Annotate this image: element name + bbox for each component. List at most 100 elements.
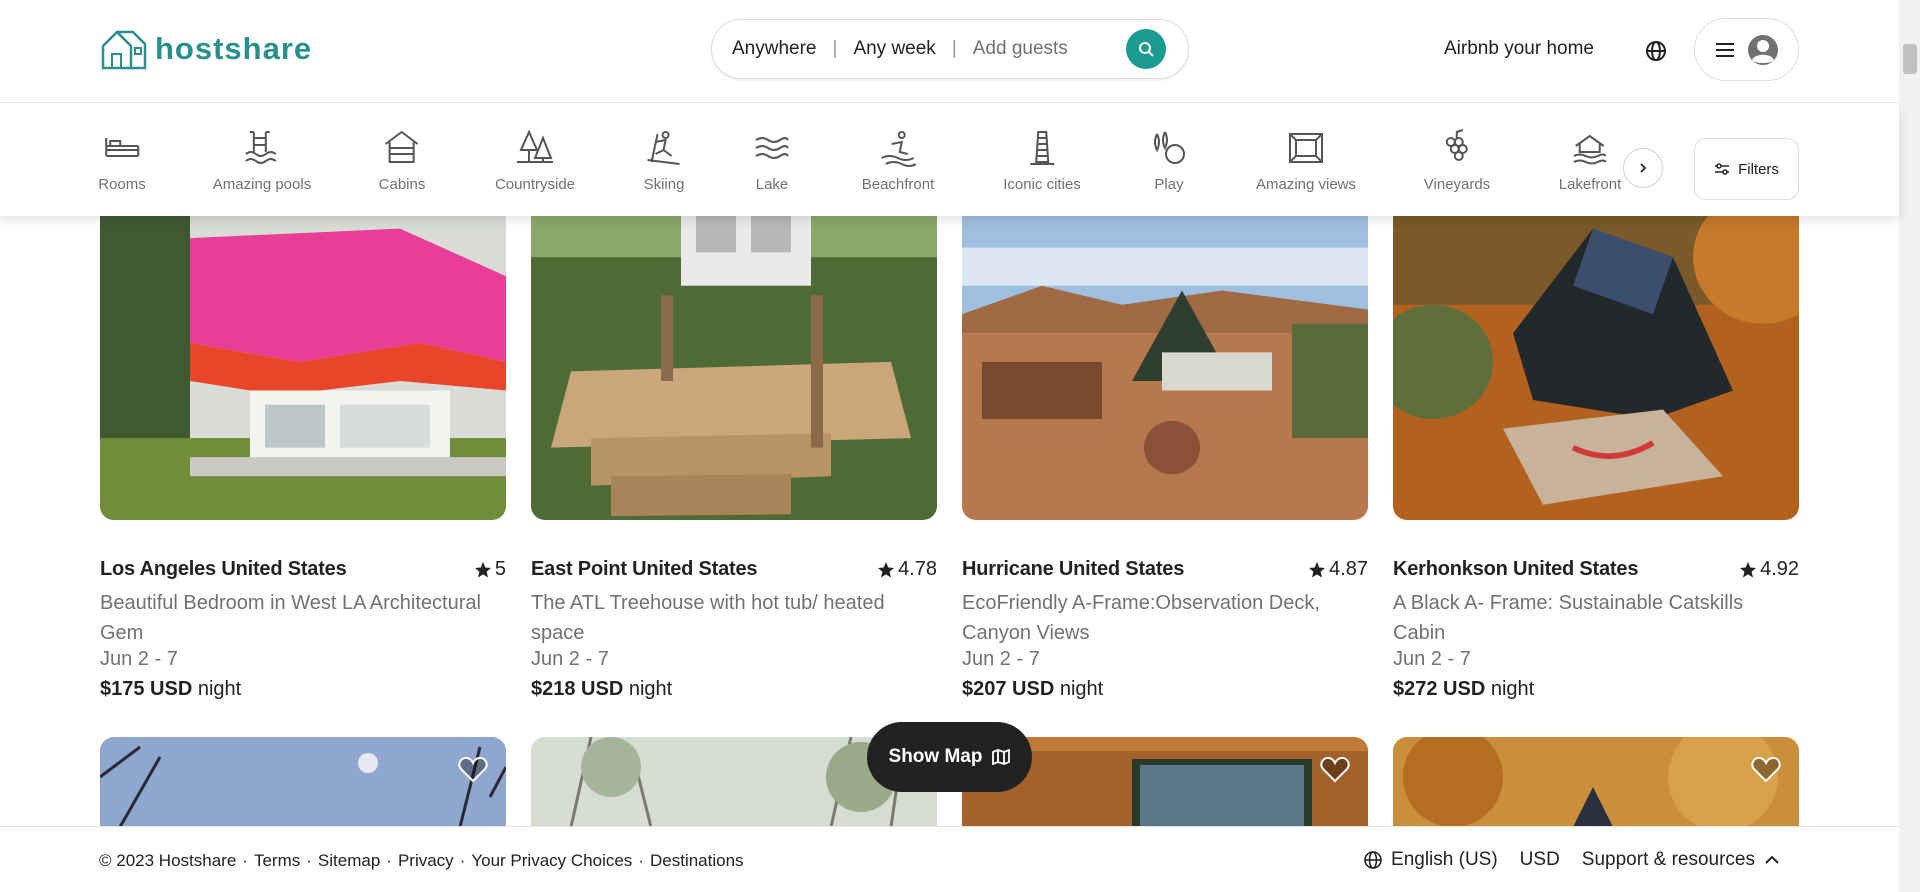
heart-icon[interactable]: [1751, 755, 1781, 783]
category-lakefront[interactable]: Lakefront: [1558, 128, 1622, 193]
price-unit: night: [1490, 678, 1535, 700]
category-skiing[interactable]: Skiing: [644, 128, 684, 193]
copyright: © 2023 Hostshare: [99, 851, 237, 870]
filters-button[interactable]: Filters: [1694, 138, 1799, 200]
listing-rating: 4.78: [877, 558, 937, 581]
rating-value: 4.87: [1329, 558, 1368, 580]
separator-dot: ·: [306, 851, 312, 870]
separator-dot: ·: [386, 851, 392, 870]
search-any-week[interactable]: Any week: [853, 38, 935, 60]
category-label: Lakefront: [1558, 176, 1622, 193]
listing-description: The ATL Treehouse with hot tub/ heated s…: [531, 592, 885, 644]
listing-dates: Jun 2 - 7: [1393, 648, 1471, 670]
language-selector[interactable]: English (US): [1363, 849, 1498, 871]
category-iconic-cities[interactable]: Iconic cities: [1003, 128, 1081, 193]
category-amazing-pools[interactable]: Amazing pools: [213, 128, 311, 193]
category-label: Amazing pools: [212, 176, 312, 193]
footer-link-terms[interactable]: Terms: [254, 851, 300, 871]
brand-name: hostshare: [155, 31, 313, 66]
listing-header: Hurricane United States 4.87: [962, 558, 1368, 581]
category-cabins[interactable]: Cabins: [378, 128, 426, 193]
footer-link-privacy-choices[interactable]: Your Privacy Choices: [471, 851, 632, 871]
treehouse-photo: [531, 200, 937, 520]
search-add-guests[interactable]: Add guests: [973, 38, 1068, 60]
listing-dates: Jun 2 - 7: [531, 648, 609, 670]
rating-value: 4.78: [898, 558, 937, 580]
category-play[interactable]: Play: [1149, 128, 1189, 193]
category-label: Amazing views: [1255, 176, 1357, 193]
waves-icon: [755, 137, 789, 159]
price-amount: $175 USD: [100, 678, 193, 700]
listing-price: $175 USD night: [100, 678, 241, 701]
listing-price: $272 USD night: [1393, 678, 1534, 701]
category-vineyards[interactable]: Vineyards: [1424, 128, 1490, 193]
lakehouse-icon: [1573, 134, 1607, 165]
listing-photo[interactable]: [531, 200, 937, 520]
user-menu-button[interactable]: [1694, 18, 1799, 81]
house-logo-icon: [101, 30, 147, 70]
language-button[interactable]: [1642, 37, 1670, 65]
listing-location: East Point United States: [531, 558, 758, 580]
search-anywhere[interactable]: Anywhere: [732, 38, 817, 60]
listing-rating: 5: [474, 558, 506, 581]
listing-header: East Point United States 4.78: [531, 558, 937, 581]
bowling-icon: [1154, 131, 1185, 164]
rating-value: 4.92: [1760, 558, 1799, 580]
star-icon: [1740, 561, 1757, 577]
heart-icon[interactable]: [458, 755, 488, 783]
listing-location: Hurricane United States: [962, 558, 1185, 580]
category-label: Lake: [755, 176, 789, 193]
category-beachfront[interactable]: Beachfront: [862, 128, 934, 193]
heart-icon[interactable]: [1320, 755, 1350, 783]
footer-settings: English (US) USD Support & resources: [1363, 849, 1779, 871]
scrollbar-track[interactable]: [1899, 0, 1920, 892]
category-lake[interactable]: Lake: [752, 128, 792, 193]
listing-location: Kerhonkson United States: [1393, 558, 1639, 580]
avatar-icon: [1747, 34, 1778, 65]
cabin-icon: [385, 130, 419, 163]
show-map-button[interactable]: Show Map: [867, 722, 1032, 792]
frame-icon: [1288, 133, 1323, 163]
scrollbar-thumb[interactable]: [1903, 44, 1917, 74]
category-label: Play: [1154, 176, 1184, 193]
support-resources-button[interactable]: Support & resources: [1582, 849, 1779, 871]
footer-link-destinations[interactable]: Destinations: [650, 851, 744, 871]
surfer-icon: [881, 131, 917, 167]
currency-selector[interactable]: USD: [1520, 849, 1560, 871]
category-label: Countryside: [494, 176, 576, 193]
language-label: English (US): [1391, 849, 1498, 870]
listing-header: Kerhonkson United States 4.92: [1393, 558, 1799, 581]
listing-photo[interactable]: [1393, 737, 1799, 827]
category-label: Vineyards: [1423, 176, 1491, 193]
top-header: hostshare Anywhere | Any week | Add gues…: [0, 0, 1899, 103]
price-unit: night: [628, 678, 673, 700]
separator-dot: ·: [459, 851, 466, 870]
category-bar: Rooms Amazing pools Cabins Countryside S…: [0, 104, 1899, 216]
grapes-icon: [1446, 129, 1468, 161]
category-countryside[interactable]: Countryside: [495, 128, 575, 193]
price-unit: night: [197, 678, 242, 700]
price-amount: $218 USD: [531, 678, 624, 700]
footer-link-sitemap[interactable]: Sitemap: [318, 851, 380, 871]
logo[interactable]: hostshare: [99, 26, 312, 72]
listing-photo[interactable]: [1393, 200, 1799, 520]
listing-photo[interactable]: [100, 737, 506, 827]
host-your-home-link[interactable]: Airbnb your home: [1444, 38, 1594, 60]
category-rooms[interactable]: Rooms: [98, 128, 146, 193]
search-button[interactable]: [1126, 29, 1166, 69]
category-label: Cabins: [378, 176, 426, 193]
category-next-button[interactable]: [1623, 148, 1663, 188]
listing-photo[interactable]: [962, 200, 1368, 520]
listing-header: Los Angeles United States 5: [100, 558, 506, 581]
listing-photo[interactable]: [100, 200, 506, 520]
trees-icon: [516, 129, 553, 163]
search-bar[interactable]: Anywhere | Any week | Add guests: [711, 19, 1189, 79]
footer-link-privacy[interactable]: Privacy: [398, 851, 454, 871]
search-icon: [1139, 42, 1154, 57]
listing-price: $207 USD night: [962, 678, 1103, 701]
support-label: Support & resources: [1581, 849, 1755, 870]
modern-house-photo: [100, 200, 506, 520]
footer-links: © 2023 Hostshare · Terms · Sitemap · Pri…: [99, 851, 744, 871]
category-amazing-views[interactable]: Amazing views: [1256, 128, 1356, 193]
hamburger-icon: [1715, 42, 1734, 57]
